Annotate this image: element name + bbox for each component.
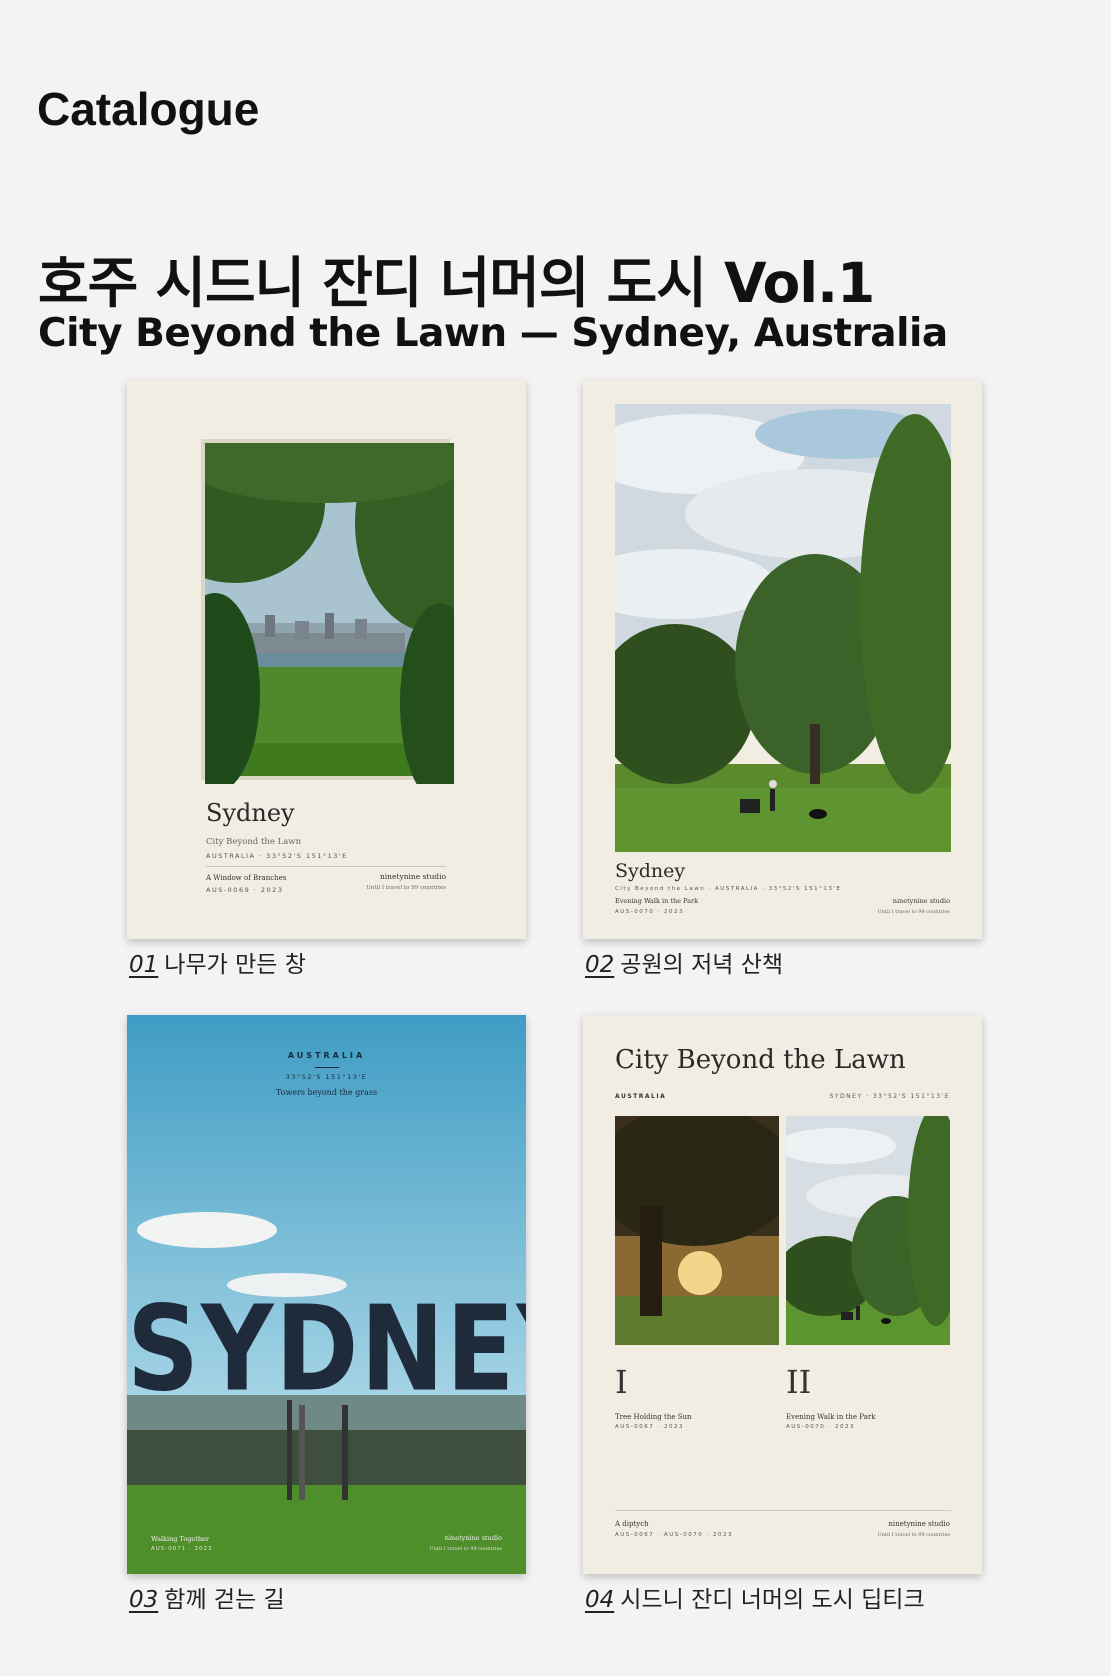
park-walk-photo-small [786, 1116, 950, 1345]
page-title-korean: 호주 시드니 잔디 너머의 도시 Vol.1 [38, 251, 875, 315]
poster-04-panel2-code: AUS-0070 · 2023 [786, 1424, 856, 1430]
caption-04-text: 시드니 잔디 너머의 도시 딥티크 [620, 1587, 925, 1613]
park-walk-photo [615, 404, 951, 852]
poster-04-panel2-numeral: II [786, 1363, 812, 1401]
caption-02-number: 02 [585, 952, 615, 978]
poster-03-tagline: Until I travel to 99 countries [429, 1546, 502, 1552]
page-title-english: City Beyond the Lawn — Sydney, Australia [38, 311, 948, 356]
poster-04-tagline: Until I travel to 99 countries [877, 1532, 950, 1538]
caption-01: 01 나무가 만든 창 [129, 945, 306, 979]
poster-04-code: AUS-0067 · AUS-0070 · 2023 [615, 1532, 734, 1538]
poster-04-panel1-code: AUS-0067 · 2023 [615, 1424, 685, 1430]
poster-01-title: Sydney [206, 799, 295, 827]
caption-01-text: 나무가 만든 창 [164, 952, 306, 978]
poster-02-code: AUS-0070 · 2023 [615, 909, 685, 915]
caption-02-text: 공원의 저녁 산책 [620, 952, 784, 978]
tree-sun-photo [615, 1116, 779, 1345]
poster-02-work-title: Evening Walk in the Park [615, 897, 699, 905]
poster-04-panel2-title: Evening Walk in the Park [786, 1413, 876, 1421]
caption-02: 02 공원의 저녁 산책 [585, 945, 783, 979]
caption-04: 04 시드니 잔디 너머의 도시 딥티크 [585, 1580, 925, 1614]
poster-02-studio: ninetynine studio [892, 897, 950, 905]
caption-03-number: 03 [129, 1587, 159, 1613]
poster-01[interactable]: Sydney City Beyond the Lawn AUSTRALIA · … [127, 380, 526, 939]
poster-04-divider [615, 1510, 951, 1511]
poster-03-studio: ninetynine studio [444, 1534, 502, 1542]
poster-01-code: AUS-0069 · 2023 [206, 886, 284, 894]
poster-03-coords: 33°52'S 151°13'E [285, 1073, 368, 1081]
poster-03-big-title: SYDNEY [127, 1280, 526, 1419]
poster-01-studio: ninetynine studio [379, 872, 446, 881]
poster-02-meta: City Beyond the Lawn · AUSTRALIA · 33°52… [615, 886, 842, 892]
caption-01-number: 01 [129, 952, 159, 978]
caption-03: 03 함께 걷는 길 [129, 1580, 285, 1614]
poster-04[interactable]: City Beyond the Lawn AUSTRALIA SYDNEY · … [583, 1015, 982, 1574]
poster-04-panel1-numeral: I [615, 1363, 628, 1401]
caption-03-text: 함께 걷는 길 [164, 1587, 285, 1613]
poster-01-meta: AUSTRALIA · 33°52'S 151°13'E [206, 852, 348, 860]
poster-04-work-title: A diptych [615, 1520, 649, 1528]
poster-01-photo [201, 439, 454, 784]
poster-04-studio: ninetynine studio [888, 1520, 950, 1528]
caption-04-number: 04 [585, 1587, 615, 1613]
poster-03-subtitle: Towers beyond the grass [275, 1088, 378, 1097]
poster-04-title: City Beyond the Lawn [615, 1045, 906, 1075]
poster-02-title: Sydney [615, 860, 686, 882]
poster-02[interactable]: Sydney City Beyond the Lawn · AUSTRALIA … [583, 380, 982, 939]
poster-04-right-meta: SYDNEY · 33°52'S 151°13'E [829, 1093, 950, 1100]
poster-03-country: AUSTRALIA [287, 1051, 366, 1060]
poster-03-code: AUS-0071 · 2023 [151, 1546, 213, 1552]
tree-window-photo-art [205, 443, 454, 784]
poster-01-tagline: Until I travel to 99 countries [366, 885, 446, 891]
poster-03-divider [315, 1067, 339, 1068]
poster-01-divider [206, 866, 446, 867]
poster-04-panel1-title: Tree Holding the Sun [615, 1413, 692, 1421]
poster-04-left-meta: AUSTRALIA [615, 1093, 667, 1100]
poster-01-work-title: A Window of Branches [206, 874, 287, 882]
poster-01-subtitle: City Beyond the Lawn [206, 837, 302, 847]
catalogue-heading: Catalogue [37, 83, 260, 135]
poster-02-tagline: Until I travel to 99 countries [877, 909, 950, 915]
poster-03-work-title: Walking Together [151, 1535, 210, 1543]
poster-03[interactable]: AUSTRALIA 33°52'S 151°13'E Towers beyond… [127, 1015, 526, 1574]
